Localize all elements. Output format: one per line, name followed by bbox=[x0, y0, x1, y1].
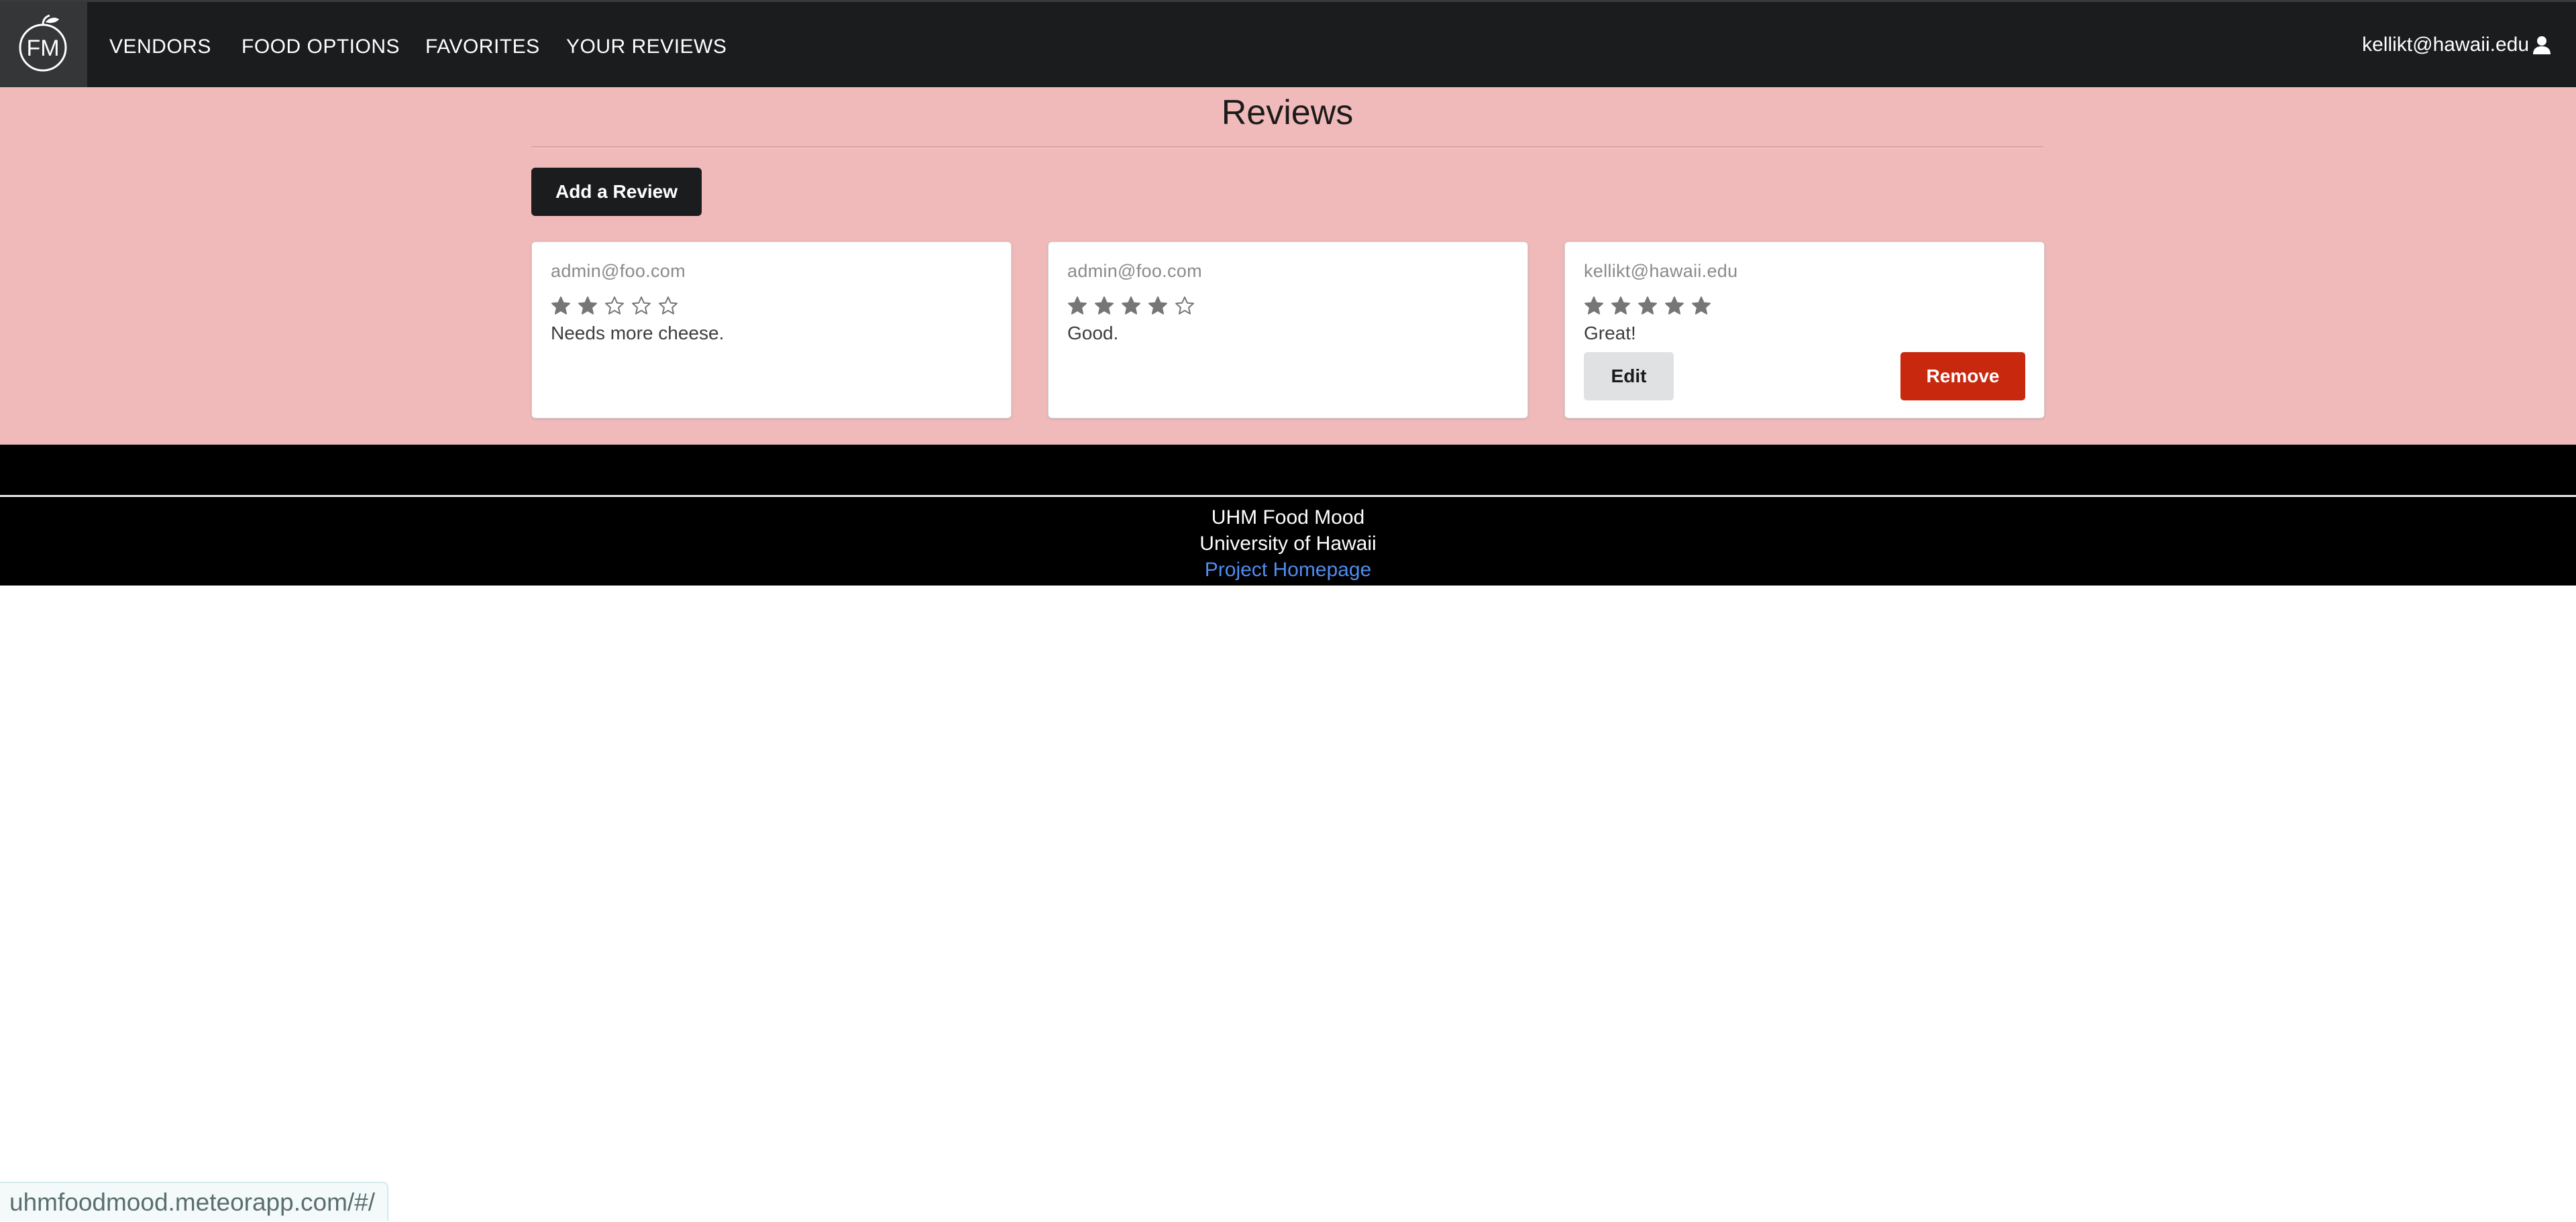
review-card: kellikt@hawaii.edu Great! Edit Remove bbox=[1564, 241, 2045, 419]
logo-text: FM bbox=[26, 36, 59, 61]
star-filled-icon bbox=[551, 296, 570, 315]
star-filled-icon bbox=[1068, 296, 1087, 315]
footer-university: University of Hawaii bbox=[1199, 533, 1377, 555]
star-filled-icon bbox=[1611, 296, 1630, 315]
review-text: Good. bbox=[1067, 323, 1119, 343]
home-logo-link[interactable]: FM bbox=[0, 2, 87, 87]
review-author: kellikt@hawaii.edu bbox=[1584, 261, 1738, 281]
star-empty-icon bbox=[632, 296, 651, 315]
page-footer: UHM Food Mood University of Hawaii Proje… bbox=[0, 445, 2576, 586]
star-filled-icon bbox=[1585, 296, 1603, 315]
star-rating bbox=[551, 296, 678, 316]
reviews-section: Reviews Add a Review admin@foo.com Needs… bbox=[0, 87, 2576, 445]
page-title: Reviews bbox=[1221, 93, 1354, 132]
review-card: admin@foo.com Needs more cheese. bbox=[531, 241, 1012, 419]
star-filled-icon bbox=[1692, 296, 1711, 315]
add-review-button[interactable]: Add a Review bbox=[531, 168, 702, 216]
nav-food-options[interactable]: FOOD OPTIONS bbox=[241, 2, 400, 87]
status-bar-url: uhmfoodmood.meteorapp.com/#/ bbox=[0, 1182, 389, 1221]
user-icon bbox=[2533, 36, 2551, 54]
footer-app-name: UHM Food Mood bbox=[1211, 506, 1365, 529]
edit-review-button[interactable]: Edit bbox=[1584, 352, 1674, 400]
star-filled-icon bbox=[1638, 296, 1657, 315]
review-text: Great! bbox=[1584, 323, 1636, 343]
star-empty-icon bbox=[659, 296, 678, 315]
user-dropdown[interactable]: kellikt@hawaii.edu bbox=[2362, 2, 2552, 87]
review-text: Needs more cheese. bbox=[551, 323, 724, 343]
star-empty-icon bbox=[605, 296, 624, 315]
food-mood-logo-icon: FM bbox=[19, 14, 67, 72]
star-empty-icon bbox=[1175, 296, 1194, 315]
star-filled-icon bbox=[1122, 296, 1140, 315]
review-author: admin@foo.com bbox=[1067, 261, 1202, 281]
star-filled-icon bbox=[1148, 296, 1167, 315]
star-rating bbox=[1067, 296, 1195, 316]
top-navbar: FM VENDORS FOOD OPTIONS FAVORITES YOUR R… bbox=[0, 0, 2576, 87]
project-homepage-link[interactable]: Project Homepage bbox=[1205, 559, 1371, 581]
star-filled-icon bbox=[1665, 296, 1684, 315]
star-filled-icon bbox=[578, 296, 597, 315]
remove-review-button[interactable]: Remove bbox=[1900, 352, 2025, 400]
nav-vendors[interactable]: VENDORS bbox=[109, 2, 211, 87]
footer-divider bbox=[0, 495, 2576, 497]
review-author: admin@foo.com bbox=[551, 261, 686, 281]
star-filled-icon bbox=[1095, 296, 1114, 315]
star-rating bbox=[1584, 296, 1711, 316]
title-divider bbox=[531, 146, 2043, 148]
user-email: kellikt@hawaii.edu bbox=[2362, 33, 2529, 56]
nav-favorites[interactable]: FAVORITES bbox=[425, 2, 540, 87]
nav-your-reviews[interactable]: YOUR REVIEWS bbox=[566, 2, 727, 87]
review-card: admin@foo.com Good. bbox=[1048, 241, 1528, 419]
